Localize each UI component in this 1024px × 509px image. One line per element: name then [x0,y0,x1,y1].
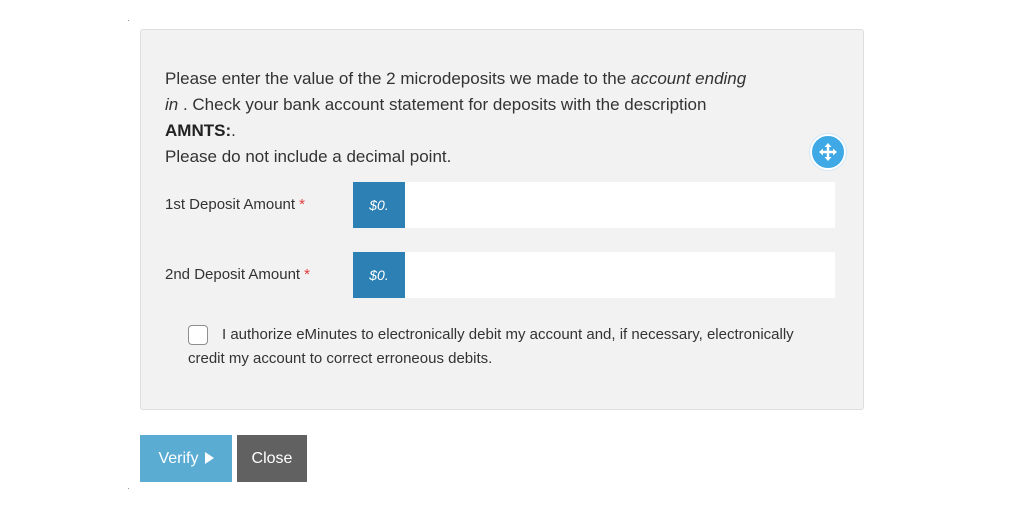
instructions-text-segment: . Check your bank account statement for … [178,95,707,114]
close-button-label: Close [251,450,293,467]
second-deposit-input[interactable] [405,252,835,298]
instructions-line-3: AMNTS:. [165,118,845,144]
play-arrow-icon [204,452,214,464]
first-deposit-label-text: 1st Deposit Amount [165,196,296,213]
authorization-text: I authorize eMinutes to electronically d… [188,326,794,367]
required-marker: * [299,196,305,213]
currency-prefix: $0. [353,252,405,298]
authorization-checkbox[interactable] [188,325,208,345]
currency-prefix: $0. [353,182,405,228]
corner-mark [128,488,129,489]
instructions-text-segment: . [231,121,236,140]
close-button[interactable]: Close [237,435,307,482]
move-button[interactable] [810,134,846,170]
second-deposit-label-text: 2nd Deposit Amount [165,266,301,283]
second-deposit-row: 2nd Deposit Amount * $0. [165,252,835,298]
verify-button-label: Verify [158,450,199,467]
first-deposit-input[interactable] [405,182,835,228]
corner-mark [128,20,129,21]
move-arrows-icon [819,143,837,161]
instructions-text-segment: Please enter the value of the 2 microdep… [165,69,631,88]
required-marker: * [304,266,310,283]
first-deposit-row: 1st Deposit Amount * $0. [165,182,835,228]
second-deposit-label: 2nd Deposit Amount * [165,252,310,298]
instructions-emphasis: in [165,95,179,114]
microdeposit-panel: Please enter the value of the 2 microdep… [140,29,864,410]
description-code: AMNTS: [165,121,232,140]
authorization-consent: I authorize eMinutes to electronically d… [188,323,808,371]
instructions-line-4: Please do not include a decimal point. [165,147,452,166]
instructions-emphasis: account ending [630,69,747,88]
instructions-line-2: in . Check your bank account statement f… [165,92,845,118]
instructions-line-1: Please enter the value of the 2 microdep… [165,66,845,92]
first-deposit-label: 1st Deposit Amount * [165,182,305,228]
verify-button[interactable]: Verify [140,435,232,482]
instructions-text: Please enter the value of the 2 microdep… [165,66,845,170]
